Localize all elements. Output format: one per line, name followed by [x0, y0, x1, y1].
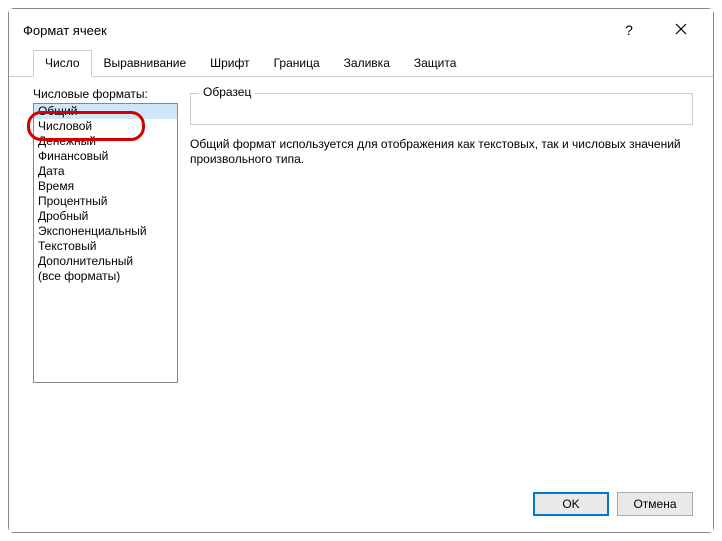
- tab-number[interactable]: Число: [33, 50, 92, 77]
- help-button[interactable]: ?: [615, 22, 643, 38]
- list-item[interactable]: Денежный: [34, 134, 177, 149]
- list-item[interactable]: Дробный: [34, 209, 177, 224]
- close-icon: [675, 23, 687, 35]
- list-item[interactable]: Дополнительный: [34, 254, 177, 269]
- list-item[interactable]: Числовой: [34, 119, 177, 134]
- sample-groupbox: Образец: [190, 93, 693, 125]
- tab-font[interactable]: Шрифт: [198, 50, 261, 77]
- list-item[interactable]: Текстовый: [34, 239, 177, 254]
- tabbar: Число Выравнивание Шрифт Граница Заливка…: [9, 47, 713, 77]
- tab-content: Числовые форматы: Общий Числовой Денежны…: [9, 77, 713, 482]
- list-item[interactable]: Время: [34, 179, 177, 194]
- list-item[interactable]: Финансовый: [34, 149, 177, 164]
- tab-fill[interactable]: Заливка: [332, 50, 402, 77]
- dialog-footer: OK Отмена: [9, 482, 713, 532]
- formats-label: Числовые форматы:: [33, 87, 178, 101]
- list-item[interactable]: Дата: [34, 164, 177, 179]
- cancel-button[interactable]: Отмена: [617, 492, 693, 516]
- titlebar-controls: ?: [615, 22, 703, 38]
- dialog-title: Формат ячеек: [23, 23, 107, 38]
- list-item[interactable]: Экспоненциальный: [34, 224, 177, 239]
- formats-column: Числовые форматы: Общий Числовой Денежны…: [33, 87, 178, 478]
- ok-button[interactable]: OK: [533, 492, 609, 516]
- tab-alignment[interactable]: Выравнивание: [92, 50, 199, 77]
- close-button[interactable]: [667, 22, 695, 38]
- tab-protection[interactable]: Защита: [402, 50, 469, 77]
- list-item[interactable]: Процентный: [34, 194, 177, 209]
- titlebar: Формат ячеек ?: [9, 9, 713, 47]
- description-column: Образец Общий формат используется для от…: [190, 87, 693, 478]
- sample-label: Образец: [199, 85, 255, 99]
- tab-border[interactable]: Граница: [262, 50, 332, 77]
- format-cells-dialog: Формат ячеек ? Число Выравнивание Шрифт …: [9, 9, 713, 532]
- list-item[interactable]: Общий: [34, 104, 177, 119]
- list-item[interactable]: (все форматы): [34, 269, 177, 284]
- formats-listbox[interactable]: Общий Числовой Денежный Финансовый Дата …: [33, 103, 178, 383]
- format-description: Общий формат используется для отображени…: [190, 137, 693, 167]
